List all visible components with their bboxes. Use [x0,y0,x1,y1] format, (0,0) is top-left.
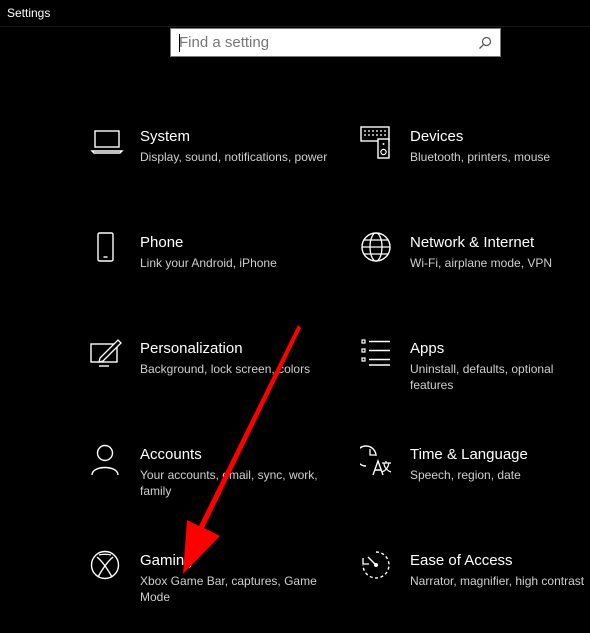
tile-description: Wi-Fi, airplane mode, VPN [410,256,553,270]
red-arrow-icon [183,325,301,574]
person-icon [91,444,119,476]
tile-description: Background, lock screen, colors [140,362,311,376]
ease-of-access-icon [362,551,390,579]
search-icon[interactable] [478,36,492,50]
tile-name: Ease of Access [410,552,513,569]
tile-name: Personalization [140,340,243,357]
tile-name: Network & Internet [410,234,535,251]
tile-accounts[interactable]: Accounts Your accounts, email, sync, wor… [90,444,330,524]
paint-monitor-icon [90,339,122,367]
tile-description: Narrator, magnifier, high contrast [410,574,585,588]
laptop-icon [90,130,124,154]
tile-description: Your accounts, email, sync, work, family [140,468,318,498]
title-bar: Settings [0,0,590,27]
tile-name: Devices [410,128,464,145]
tile-phone[interactable]: Phone Link your Android, iPhone [90,232,330,312]
tile-description: Uninstall, defaults, optional features [410,362,554,392]
phone-icon [97,232,114,262]
search-input[interactable] [179,32,469,53]
tile-devices[interactable]: Devices Bluetooth, printers, mouse [360,126,590,206]
tile-description: Link your Android, iPhone [140,256,277,270]
tile-network-internet[interactable]: Network & Internet Wi-Fi, airplane mode,… [360,232,590,312]
keyboard-speaker-icon [360,126,390,159]
tile-apps[interactable]: Apps Uninstall, defaults, optional featu… [360,338,590,418]
tile-description: Bluetooth, printers, mouse [410,150,551,164]
tile-name: Phone [140,234,184,251]
tile-personalization[interactable]: Personalization Background, lock screen,… [90,338,330,418]
tile-name: Gaming [140,552,193,569]
tile-time-language[interactable]: Time & Language Speech, region, date [360,444,590,524]
search-box[interactable] [170,28,501,57]
tile-ease-of-access[interactable]: Ease of Access Narrator, magnifier, high… [360,550,590,630]
tile-description: Speech, region, date [410,468,521,482]
time-language-icon [360,445,392,476]
tile-description: Xbox Game Bar, captures, Game Mode [140,574,317,604]
tile-system[interactable]: System Display, sound, notifications, po… [90,126,330,206]
tile-gaming[interactable]: Gaming Xbox Game Bar, captures, Game Mod… [90,550,330,630]
xbox-icon [90,550,120,580]
tile-name: Accounts [140,446,202,463]
window-title: Settings [7,6,51,20]
globe-icon [361,232,391,262]
tile-name: Apps [410,340,445,357]
tile-name: Time & Language [410,446,528,463]
tile-description: Display, sound, notifications, power [140,150,328,164]
app-list-icon [361,339,390,366]
tile-name: System [140,128,191,145]
